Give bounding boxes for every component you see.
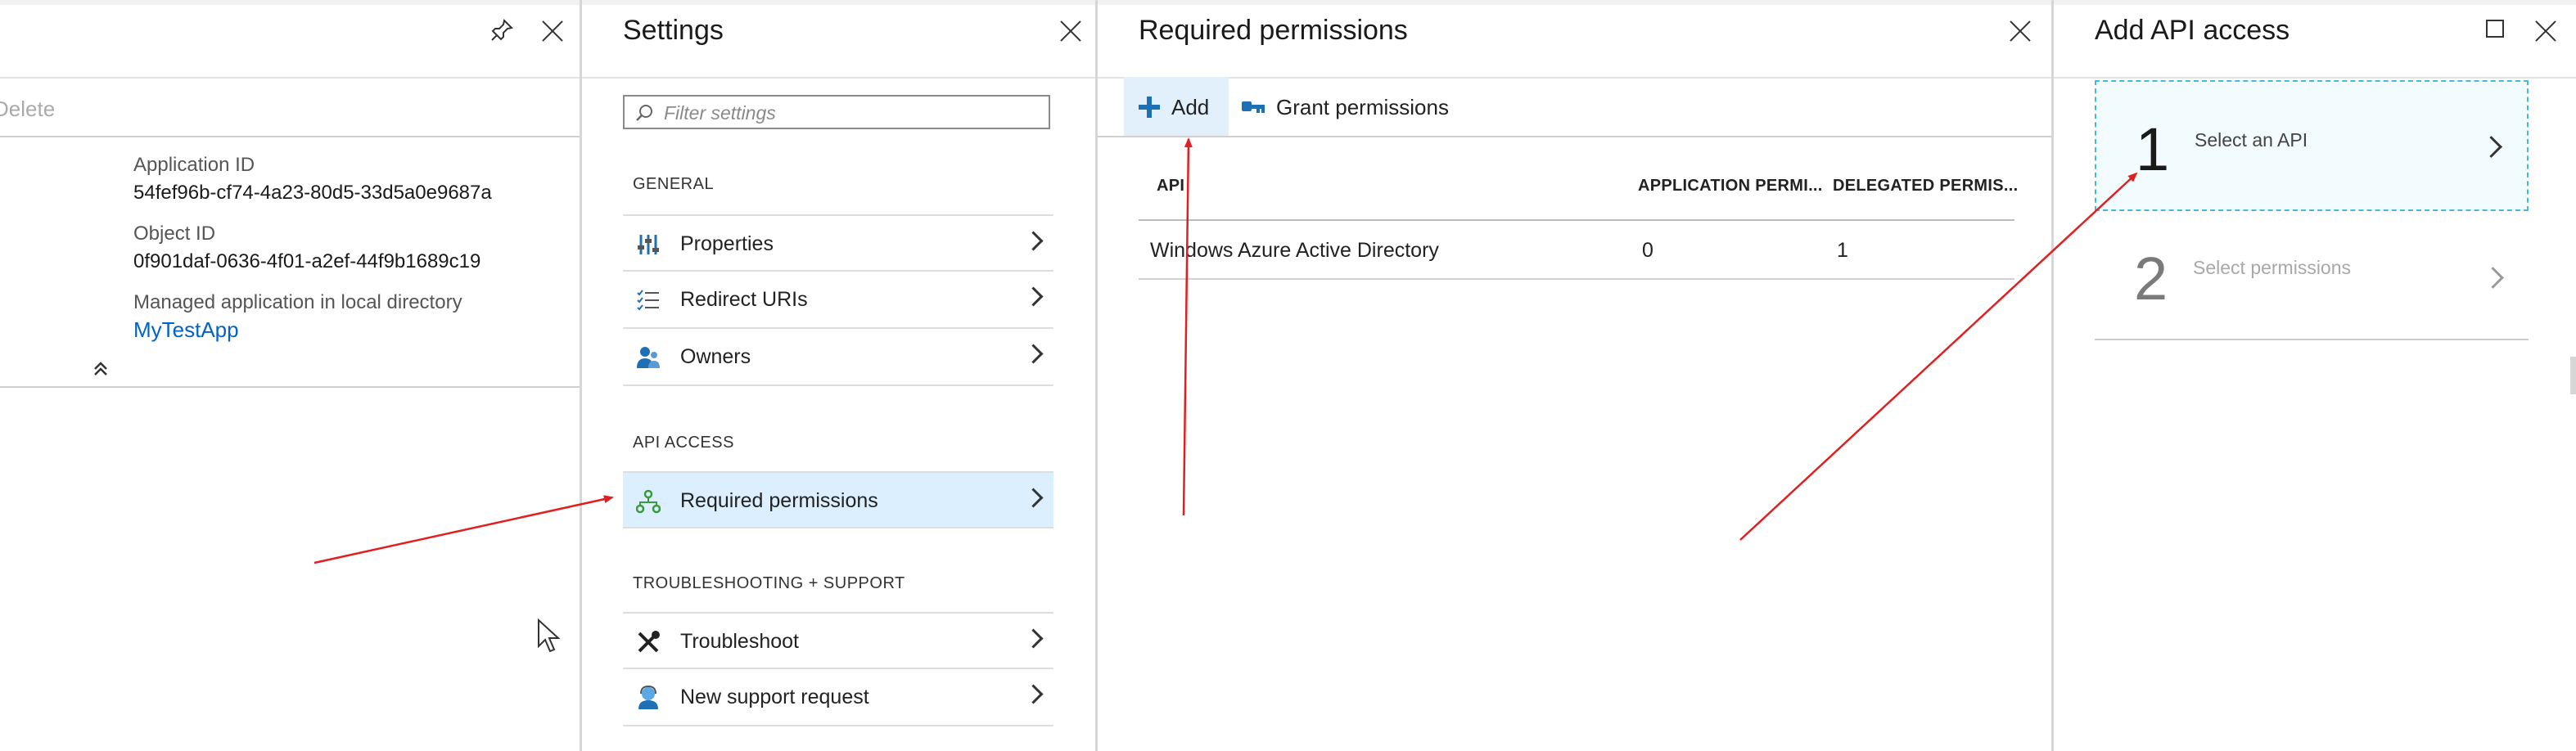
close-icon[interactable] — [539, 16, 566, 44]
delete-button[interactable]: Delete — [0, 97, 55, 122]
table-row-separator — [1139, 278, 2014, 280]
object-id-value: 0f901daf-0636-4f01-a2ef-44f9b1689c19 — [133, 250, 481, 272]
top-strip — [2054, 0, 2576, 5]
chevron-right-icon — [1023, 628, 1044, 649]
search-icon — [636, 105, 652, 121]
users-icon — [637, 347, 660, 368]
filter-settings-input[interactable] — [662, 101, 1042, 124]
step-label: Select permissions — [2193, 257, 2352, 278]
scrollbar-handle[interactable] — [2570, 357, 2576, 394]
app-blade: Delete Application ID 54fef96b-cf74-4a23… — [0, 0, 580, 751]
add-api-access-blade: Add API access 1 Select an API 2 Select … — [2051, 0, 2576, 751]
mouse-cursor-icon — [538, 618, 561, 653]
cell-api: Windows Azure Active Directory — [1150, 239, 1439, 262]
add-button[interactable]: Add — [1124, 77, 1229, 136]
column-header-api[interactable]: API — [1157, 177, 1184, 196]
support-person-icon — [638, 686, 658, 709]
add-api-access-title: Add API access — [2095, 15, 2290, 46]
menu-item-label: Required permissions — [680, 489, 878, 512]
required-permissions-title: Required permissions — [1139, 15, 1408, 46]
column-header-application-permissions[interactable]: APPLICATION PERMI... — [1638, 177, 1823, 196]
header-separator — [582, 77, 1095, 79]
top-strip — [0, 0, 580, 5]
application-id-label: Application ID — [133, 154, 255, 176]
menu-item-troubleshoot[interactable]: Troubleshoot — [623, 612, 1053, 669]
filter-settings-field[interactable] — [623, 95, 1050, 129]
chevron-right-icon — [1023, 286, 1044, 307]
cell-delegated-permissions: 1 — [1837, 239, 1848, 262]
cell-application-permissions: 0 — [1642, 239, 1653, 262]
chevron-right-icon — [1023, 344, 1044, 364]
menu-item-required-permissions[interactable]: Required permissions — [623, 471, 1053, 528]
step-select-an-api[interactable]: 1 Select an API — [2095, 80, 2529, 211]
chevron-right-icon — [1023, 488, 1044, 508]
table-header-separator — [1139, 219, 2014, 221]
menu-item-new-support-request[interactable]: New support request — [623, 669, 1053, 726]
settings-title: Settings — [623, 15, 724, 46]
settings-blade: Settings GENERAL Properties Re — [580, 0, 1095, 751]
application-id-value: 54fef96b-cf74-4a23-80d5-33d5a0e9687a — [133, 182, 492, 204]
top-strip — [1098, 0, 2051, 5]
menu-item-redirect-uris[interactable]: Redirect URIs — [623, 272, 1053, 329]
menu-item-owners[interactable]: Owners — [623, 329, 1053, 386]
checklist-icon — [637, 290, 659, 311]
header-separator — [2054, 77, 2576, 79]
chevron-right-icon — [1023, 684, 1044, 704]
section-general: GENERAL — [633, 175, 715, 193]
object-id-label: Object ID — [133, 223, 216, 245]
managed-app-label: Managed application in local directory — [133, 291, 462, 313]
step-number: 1 — [2136, 115, 2170, 183]
toolbar-separator — [0, 136, 580, 137]
toolbar-separator — [1098, 136, 2054, 137]
chevron-right-icon — [1023, 231, 1044, 251]
hierarchy-icon — [636, 489, 661, 514]
close-icon[interactable] — [2006, 16, 2034, 44]
managed-app-link[interactable]: MyTestApp — [133, 317, 239, 343]
menu-item-label: Owners — [680, 345, 751, 368]
tools-icon — [638, 631, 660, 653]
sliders-icon — [638, 235, 659, 254]
chevron-right-icon — [2482, 267, 2504, 289]
close-icon[interactable] — [2532, 16, 2560, 44]
required-permissions-blade: Required permissions Add Grant permissio… — [1095, 0, 2054, 751]
essentials-separator — [0, 386, 580, 388]
chevron-right-icon — [2480, 136, 2502, 158]
top-strip — [582, 0, 1095, 5]
add-button-label: Add — [1171, 95, 1210, 119]
menu-item-label: Redirect URIs — [680, 288, 808, 311]
menu-item-properties[interactable]: Properties — [623, 214, 1053, 272]
plus-icon — [1139, 97, 1160, 118]
menu-item-label: Properties — [680, 232, 774, 255]
column-header-delegated-permissions[interactable]: DELEGATED PERMIS... — [1833, 177, 2018, 196]
section-troubleshooting: TROUBLESHOOTING + SUPPORT — [633, 574, 905, 592]
step-label: Select an API — [2195, 129, 2308, 151]
menu-item-label: Troubleshoot — [680, 630, 799, 653]
section-api-access: API ACCESS — [633, 434, 734, 452]
maximize-icon[interactable] — [2486, 20, 2504, 38]
step-select-permissions[interactable]: 2 Select permissions — [2095, 213, 2529, 340]
pin-icon[interactable] — [489, 18, 514, 43]
collapse-chevron-icon[interactable] — [92, 360, 110, 378]
step-number: 2 — [2134, 245, 2168, 313]
header-separator — [0, 77, 580, 79]
key-icon — [1242, 101, 1265, 113]
close-icon[interactable] — [1057, 16, 1085, 44]
grant-permissions-label: Grant permissions — [1276, 95, 1449, 119]
grant-permissions-button[interactable]: Grant permissions — [1237, 77, 1466, 136]
menu-item-label: New support request — [680, 686, 869, 708]
